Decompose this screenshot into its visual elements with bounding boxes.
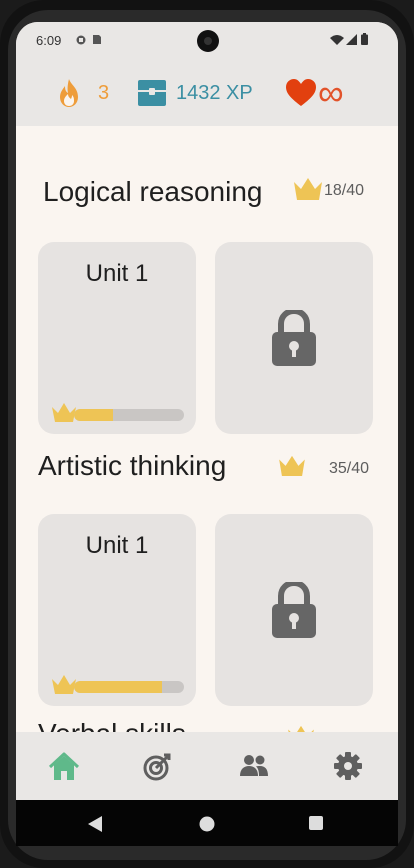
treasure-chest-icon (138, 80, 166, 106)
gear-icon[interactable] (334, 752, 366, 784)
app-screen: 6:09 3 1432 XP ∞ Logical reasoning 18/40… (16, 22, 398, 800)
unit-title: Unit 1 (85, 532, 149, 559)
back-icon[interactable] (88, 816, 102, 837)
signal-icon (346, 33, 357, 45)
target-icon[interactable] (142, 752, 174, 784)
people-icon[interactable] (240, 752, 272, 784)
hearts-value: ∞ (318, 72, 344, 113)
lock-icon (272, 307, 316, 371)
crown-icon (294, 176, 322, 205)
flame-icon (56, 78, 82, 108)
home-circle-icon[interactable] (199, 816, 215, 837)
unit-card[interactable]: Unit 1 (38, 514, 196, 706)
xp-value: 1432 XP (176, 81, 253, 104)
recents-icon[interactable] (309, 816, 323, 835)
battery-icon (361, 33, 371, 45)
crown-icon (52, 402, 76, 427)
stats-bar: 3 1432 XP ∞ (16, 60, 398, 126)
unit-progress-bar (74, 681, 184, 693)
notification-icon (76, 33, 86, 45)
locked-unit-card[interactable] (215, 242, 373, 434)
streak-value: 3 (98, 81, 110, 104)
xp-counter[interactable]: 1432 XP (138, 78, 253, 108)
section-title: Logical reasoning (43, 176, 263, 207)
hearts-counter[interactable]: ∞ (286, 72, 344, 113)
locked-unit-card[interactable] (215, 514, 373, 706)
crown-icon (279, 454, 305, 481)
streak-counter[interactable]: 3 (56, 78, 109, 108)
sd-card-icon (92, 33, 102, 44)
lock-icon (272, 579, 316, 643)
system-navigation-bar (16, 800, 398, 846)
section-progress: 18/40 (324, 182, 365, 199)
unit-progress-fill (74, 681, 162, 693)
crown-icon (52, 674, 76, 699)
section-title: Artistic thinking (38, 450, 227, 481)
bottom-navigation (16, 732, 398, 800)
status-bar: 6:09 (16, 22, 398, 60)
course-list: Logical reasoning 18/40 Unit 1 Artistic … (16, 126, 398, 749)
wifi-icon (330, 33, 344, 45)
status-time: 6:09 (36, 33, 62, 48)
front-camera (197, 30, 219, 52)
unit-title: Unit 1 (85, 260, 149, 287)
unit-progress-bar (74, 409, 184, 421)
heart-icon (286, 79, 316, 107)
home-icon[interactable] (48, 752, 80, 784)
unit-card[interactable]: Unit 1 (38, 242, 196, 434)
section-progress: 35/40 (329, 460, 370, 477)
unit-progress-fill (74, 409, 113, 421)
